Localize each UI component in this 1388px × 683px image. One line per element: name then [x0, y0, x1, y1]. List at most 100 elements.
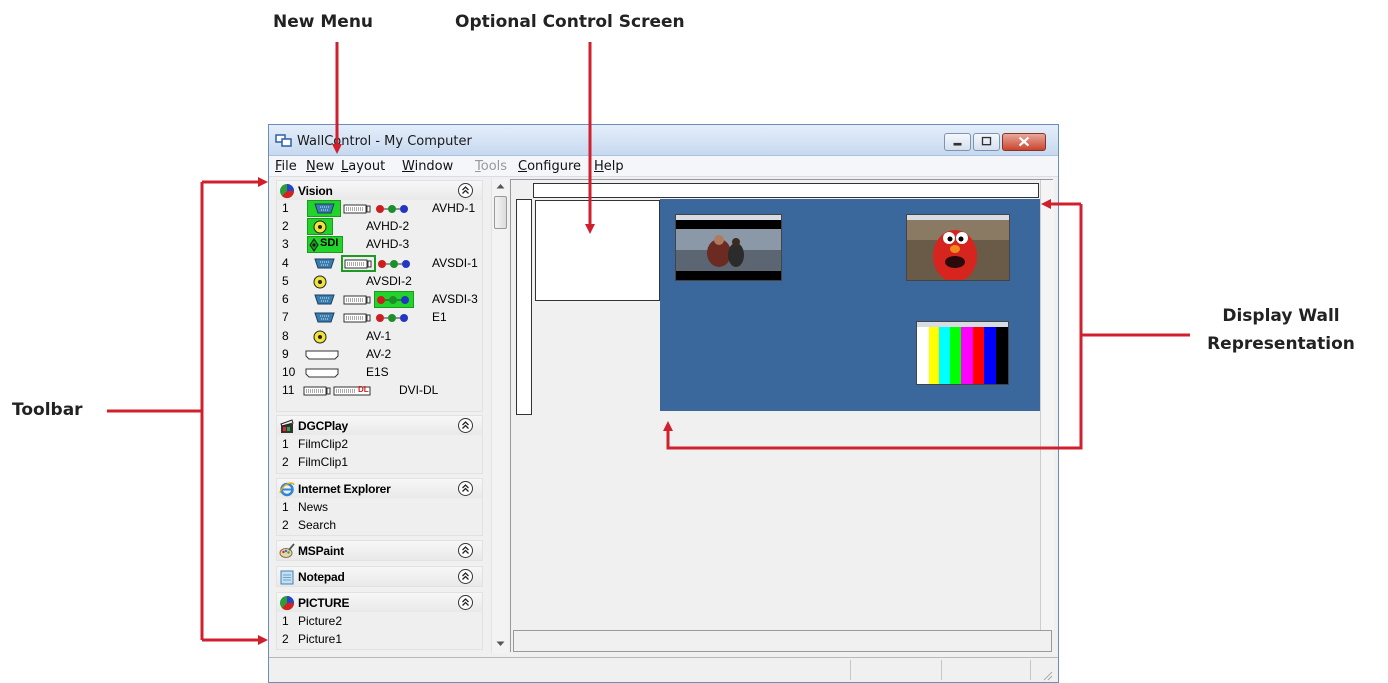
- picture-row-2[interactable]: 2 Picture1: [277, 631, 482, 649]
- rgb-dots-icon: [376, 314, 408, 322]
- row-label: DVI-DL: [399, 383, 439, 397]
- toolbar-scrollbar[interactable]: [491, 179, 508, 653]
- row-number: 11: [282, 383, 295, 397]
- new-menu-callout: New Menu: [273, 12, 374, 32]
- notepad-group-title: Notepad: [298, 570, 345, 584]
- display-wall-callout-line2: Representation: [1207, 334, 1355, 354]
- mspaint-group-header[interactable]: MSPaint: [277, 541, 482, 560]
- maximize-icon: [981, 136, 992, 146]
- ie-group-header[interactable]: Internet Explorer: [277, 479, 482, 498]
- row-label: AVHD-2: [366, 219, 410, 233]
- vision-row-3[interactable]: 3 SDI AVHD-3: [277, 236, 482, 254]
- vga-connector-icon: [314, 294, 335, 305]
- color-bars-window[interactable]: [916, 321, 1009, 385]
- ie-row-2[interactable]: 2 Search: [277, 517, 482, 535]
- vision-collapse-button[interactable]: [458, 183, 473, 198]
- clapperboard-icon: [280, 419, 294, 433]
- notepad-group-header[interactable]: Notepad: [277, 567, 482, 586]
- vision-group-title: Vision: [298, 184, 333, 198]
- vision-row-6[interactable]: 6 AVSDI-3: [277, 291, 482, 309]
- menu-bar: File New Layout Window Tools Configure H…: [269, 156, 1058, 177]
- hdmi-connector-icon: [305, 368, 339, 378]
- dgcplay-row-2[interactable]: 2 FilmClip1: [277, 454, 482, 472]
- row-label: FilmClip1: [298, 455, 349, 469]
- wall-horizontal-scrollbar[interactable]: [513, 630, 1052, 652]
- menu-layout[interactable]: Layout: [341, 159, 385, 174]
- menu-window-rest: indow: [414, 159, 454, 174]
- vision-row-10[interactable]: 10 E1S: [277, 364, 482, 382]
- horizontal-ruler: [533, 183, 1039, 198]
- row-label: E1S: [366, 365, 389, 379]
- film-frame-image: [676, 220, 781, 280]
- mspaint-collapse-button[interactable]: [458, 543, 473, 558]
- ie-group-title: Internet Explorer: [298, 482, 391, 496]
- video-window-elmo[interactable]: [906, 214, 1010, 281]
- picture-group-title: PICTURE: [298, 596, 350, 610]
- elmo-image: [907, 220, 1009, 280]
- ie-row-1[interactable]: 1 News: [277, 499, 482, 517]
- menu-help[interactable]: Help: [594, 159, 624, 174]
- vga-connector-icon: [314, 203, 335, 214]
- control-screen[interactable]: [535, 200, 660, 301]
- scroll-up-icon[interactable]: [496, 183, 505, 189]
- vision-row-1[interactable]: 1 AVHD-1: [277, 200, 482, 218]
- vision-row-8[interactable]: 8 AV-1: [277, 328, 482, 346]
- color-bars-image: [917, 327, 1008, 384]
- row-label: AVHD-1: [432, 201, 476, 215]
- row-label: AVSDI-1: [432, 256, 478, 270]
- dvi-connector-icon: [343, 295, 371, 305]
- row-number: 6: [282, 292, 289, 306]
- menu-window[interactable]: Window: [402, 159, 453, 174]
- close-button[interactable]: [1002, 133, 1046, 151]
- wall-vertical-scrollbar[interactable]: [1040, 180, 1054, 630]
- notepad-collapse-button[interactable]: [458, 569, 473, 584]
- scroll-thumb[interactable]: [494, 196, 507, 229]
- picture-row-1[interactable]: 1 Picture2: [277, 613, 482, 631]
- video-window-filmclip[interactable]: [675, 214, 782, 281]
- dvi-connector-icon: [343, 204, 371, 214]
- display-wall[interactable]: [660, 199, 1050, 411]
- row-number: 2: [282, 632, 289, 646]
- vision-row-5[interactable]: 5 AVSDI-2: [277, 273, 482, 291]
- menu-configure-key: C: [518, 159, 528, 174]
- maximize-button[interactable]: [973, 133, 1000, 151]
- picture-collapse-button[interactable]: [458, 595, 473, 610]
- sdi-badge: SDI: [320, 237, 339, 249]
- dgcplay-collapse-button[interactable]: [458, 418, 473, 433]
- menu-tools[interactable]: Tools: [475, 159, 507, 174]
- vision-row-2[interactable]: 2 AVHD-2: [277, 218, 482, 236]
- dgcplay-group-header[interactable]: DGCPlay: [277, 416, 482, 435]
- row-number: 2: [282, 219, 289, 233]
- hdmi-connector-icon: [305, 350, 339, 360]
- window-title: WallControl - My Computer: [297, 134, 472, 149]
- vision-group-header[interactable]: Vision: [277, 181, 482, 200]
- minimize-button[interactable]: [944, 133, 971, 151]
- app-window: WallControl - My Computer File New Layou…: [268, 124, 1059, 683]
- title-bar[interactable]: WallControl - My Computer: [269, 125, 1058, 156]
- vision-row-4[interactable]: 4 AVSDI-1: [277, 255, 482, 273]
- row-number: 10: [282, 365, 296, 379]
- vision-row-9[interactable]: 9 AV-2: [277, 346, 482, 364]
- row-number: 4: [282, 256, 289, 270]
- row-number: 9: [282, 347, 289, 361]
- menu-file[interactable]: File: [275, 159, 297, 174]
- sdi-connector-icon: [309, 238, 319, 252]
- rgb-dots-icon: [377, 296, 409, 304]
- ie-group: Internet Explorer 1 News 2 Search: [276, 478, 483, 536]
- vision-row-11[interactable]: 11 DL DVI-DL: [277, 382, 482, 400]
- status-bar: [269, 657, 1058, 682]
- dgcplay-row-1[interactable]: 1 FilmClip2: [277, 436, 482, 454]
- rca-connector-icon: [313, 220, 327, 234]
- menu-new[interactable]: New: [306, 159, 334, 174]
- resize-grip-icon[interactable]: [1042, 670, 1054, 682]
- row-number: 7: [282, 310, 289, 324]
- scroll-down-icon[interactable]: [496, 641, 505, 647]
- vision-row-7[interactable]: 7 E1: [277, 309, 482, 327]
- source-toolbar: Vision 1 AVHD-1 2 AVHD-2 3 SDI AVHD-3 4 …: [276, 180, 491, 652]
- menu-help-rest: elp: [603, 159, 624, 174]
- row-label: News: [298, 500, 329, 514]
- collapse-icon: [462, 484, 469, 492]
- picture-group-header[interactable]: PICTURE: [277, 593, 482, 612]
- menu-configure[interactable]: Configure: [518, 159, 581, 174]
- ie-collapse-button[interactable]: [458, 481, 473, 496]
